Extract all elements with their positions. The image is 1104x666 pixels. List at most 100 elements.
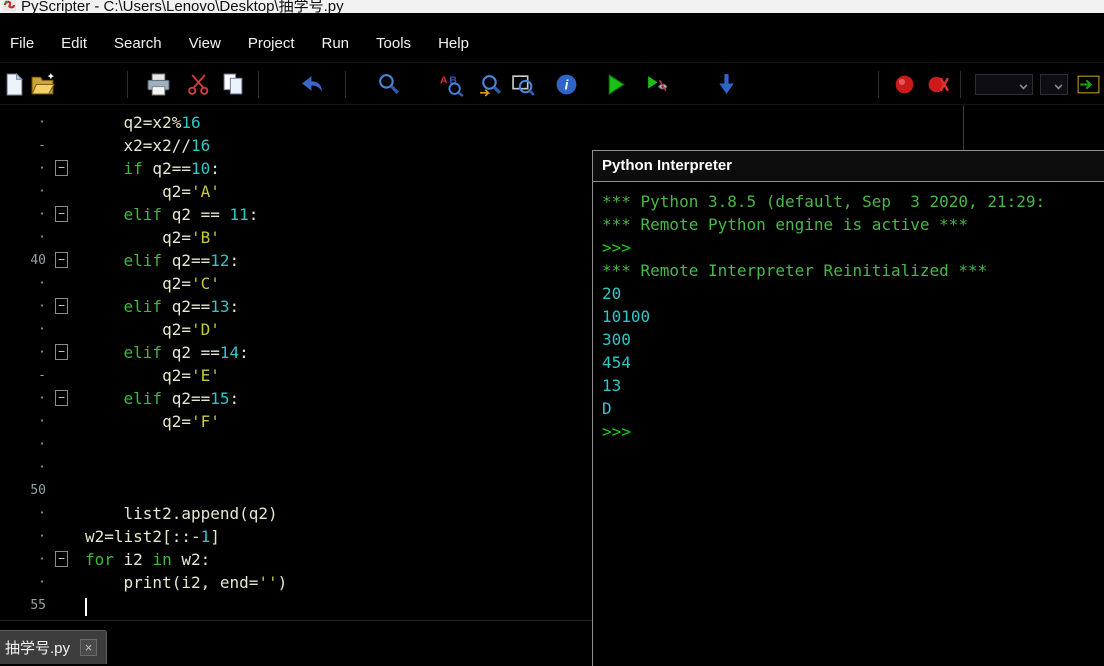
fold-gutter-cell <box>46 410 76 433</box>
fold-marker-icon[interactable]: − <box>46 341 76 364</box>
menu-item-project[interactable]: Project <box>248 35 295 52</box>
fold-gutter-cell <box>46 433 76 456</box>
gutter-marker: · <box>38 391 46 406</box>
open-file-icon[interactable] <box>30 72 55 97</box>
toolbar: AB i <box>0 62 1104 105</box>
gutter-marker: · <box>38 506 46 521</box>
text-caret <box>85 597 87 616</box>
gutter-marker: · <box>38 184 46 199</box>
menu-item-tools[interactable]: Tools <box>376 35 411 52</box>
collapse-minus-icon[interactable]: − <box>55 551 68 567</box>
interpreter-line: D <box>602 399 612 418</box>
debug-icon[interactable] <box>645 72 670 97</box>
interpreter-line: 300 <box>602 330 631 349</box>
menu-item-view[interactable]: View <box>189 35 221 52</box>
collapse-minus-icon[interactable]: − <box>55 206 68 222</box>
gutter-marker: · <box>38 437 46 452</box>
fold-marker-icon[interactable]: − <box>46 295 76 318</box>
gutter-marker: · <box>38 115 46 130</box>
interpreter-line: 13 <box>602 376 622 395</box>
code-text: q2='D' <box>85 320 220 339</box>
gutter-marker: · <box>38 529 46 544</box>
menu-item-help[interactable]: Help <box>438 35 469 52</box>
editor-line[interactable]: · q2=x2%16 <box>0 111 1104 134</box>
svg-text:A: A <box>440 75 448 86</box>
code-text: elif q2==15: <box>123 389 240 408</box>
code-text: q2='A' <box>85 182 220 201</box>
code-text: print(i2, end='') <box>85 573 288 592</box>
fold-marker-icon[interactable]: − <box>46 157 76 180</box>
fold-gutter-cell <box>46 318 76 341</box>
gutter-marker: · <box>38 299 46 314</box>
collapse-minus-icon[interactable]: − <box>55 390 68 406</box>
code-text: for i2 in w2: <box>85 550 211 569</box>
code-text <box>76 594 87 617</box>
code-text: elif q2==13: <box>123 297 240 316</box>
new-file-icon[interactable] <box>2 72 27 97</box>
pyscripter-app-icon <box>3 0 16 11</box>
menu-item-run[interactable]: Run <box>322 35 350 52</box>
clear-breakpoints-icon[interactable] <box>926 72 951 97</box>
menu-item-edit[interactable]: Edit <box>61 35 87 52</box>
collapse-minus-icon[interactable]: − <box>55 344 68 360</box>
secondary-dropdown[interactable] <box>1040 74 1068 95</box>
menu-item-search[interactable]: Search <box>114 35 162 52</box>
run-config-dropdown[interactable] <box>975 74 1033 95</box>
find-replace-icon[interactable]: AB <box>440 72 465 97</box>
undo-icon[interactable] <box>300 72 325 97</box>
info-icon[interactable]: i <box>554 72 579 97</box>
fold-marker-icon[interactable]: − <box>46 387 76 410</box>
fold-gutter-cell <box>46 180 76 203</box>
print-icon[interactable] <box>146 72 171 97</box>
code-text: x2=x2//16 <box>85 136 211 155</box>
interpreter-line: 20 <box>602 284 622 303</box>
code-text: q2='F' <box>85 412 220 431</box>
code-text: q2=x2%16 <box>85 113 201 132</box>
svg-text:i: i <box>565 78 569 93</box>
fold-marker-icon[interactable]: − <box>46 548 76 571</box>
gutter-marker: · <box>38 575 46 590</box>
fold-gutter-cell <box>46 594 76 617</box>
fold-gutter-cell <box>46 571 76 594</box>
fold-gutter-cell <box>46 479 76 502</box>
gutter-marker: 40 <box>30 253 46 268</box>
find-next-icon[interactable] <box>478 72 503 97</box>
fold-marker-icon[interactable]: − <box>46 249 76 272</box>
layout-icon[interactable] <box>1076 72 1101 97</box>
interpreter-line: *** Remote Python engine is active *** <box>602 215 969 234</box>
gutter-marker: · <box>38 276 46 291</box>
fold-marker-icon[interactable]: − <box>46 203 76 226</box>
breakpoint-icon[interactable] <box>892 72 917 97</box>
toolbar-separator <box>258 71 259 98</box>
gutter-marker: · <box>38 207 46 222</box>
interpreter-line: *** Remote Interpreter Reinitialized *** <box>602 261 988 280</box>
search-icon[interactable] <box>376 72 401 97</box>
editor-tab-label: 抽学号.py <box>5 640 71 657</box>
fold-gutter-cell <box>46 134 76 157</box>
tab-close-icon[interactable]: × <box>80 639 98 656</box>
gutter-marker: · <box>38 322 46 337</box>
menu-item-file[interactable]: File <box>10 35 34 52</box>
collapse-minus-icon[interactable]: − <box>55 252 68 268</box>
collapse-minus-icon[interactable]: − <box>55 298 68 314</box>
fold-gutter-cell <box>46 456 76 479</box>
cut-icon[interactable] <box>186 72 211 97</box>
gutter-marker: 55 <box>30 598 46 613</box>
interpreter-console[interactable]: *** Python 3.8.5 (default, Sep 3 2020, 2… <box>593 182 1104 443</box>
editor-tab-bar: 抽学号.py × <box>0 620 592 666</box>
code-text: q2='C' <box>85 274 220 293</box>
step-down-icon[interactable] <box>714 72 739 97</box>
fold-gutter-cell <box>46 272 76 295</box>
gutter-marker: · <box>38 552 46 567</box>
collapse-minus-icon[interactable]: − <box>55 160 68 176</box>
fold-gutter-cell <box>46 364 76 387</box>
editor-tab[interactable]: 抽学号.py × <box>0 630 108 664</box>
find-in-files-icon[interactable] <box>511 72 536 97</box>
copy-icon[interactable] <box>221 72 246 97</box>
run-icon[interactable] <box>603 72 628 97</box>
window-titlebar: PyScripter - C:\Users\Lenovo\Desktop\抽学号… <box>0 0 1104 13</box>
chevron-down-icon <box>1054 81 1063 90</box>
gutter-marker: · <box>38 230 46 245</box>
